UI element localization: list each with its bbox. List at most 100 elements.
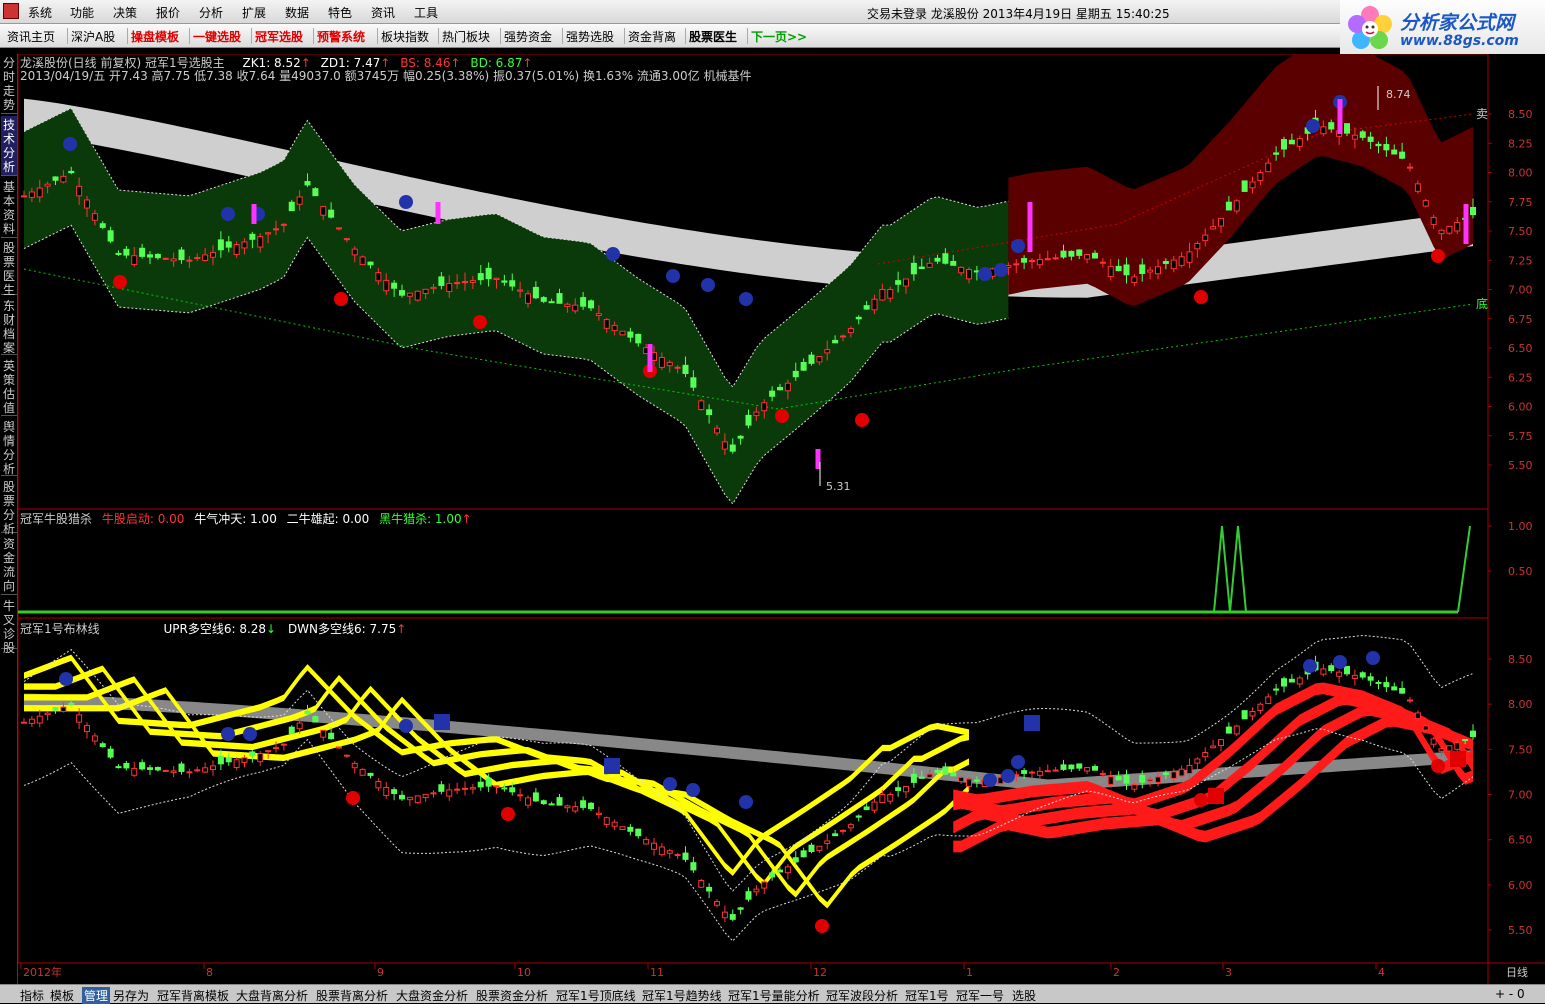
candle-body xyxy=(777,386,783,391)
bottom-tab-4[interactable]: 冠军背离模板 xyxy=(157,987,229,1004)
bottom-tab-6[interactable]: 股票背离分析 xyxy=(316,987,388,1004)
candle-body xyxy=(1351,134,1358,140)
candle-body xyxy=(391,282,398,289)
bottom-tab-2[interactable]: 管理 xyxy=(82,987,111,1004)
sidebar-tab-7[interactable]: 股票分析 xyxy=(1,478,17,536)
bottom-tab-11[interactable]: 冠军1号量能分析 xyxy=(728,987,820,1004)
candle-body xyxy=(186,259,193,262)
bottom-tab-7[interactable]: 大盘资金分析 xyxy=(396,987,468,1004)
sidebar-tab-8[interactable]: 资金流向 xyxy=(1,535,17,595)
menu-item-1[interactable]: 功能 xyxy=(70,4,94,21)
candle-body xyxy=(721,441,728,450)
candle-body xyxy=(666,850,673,854)
sidebar-tab-3[interactable]: 股票医生 xyxy=(1,239,17,297)
candle-body xyxy=(958,266,965,274)
toolbar-item-11[interactable]: 股票医生 xyxy=(689,28,737,45)
buy-marker-icon xyxy=(815,919,829,933)
candle-body xyxy=(808,354,815,364)
candle-body xyxy=(1194,758,1201,764)
toolbar-item-9[interactable]: 强势选股 xyxy=(566,28,614,45)
sidebar-tab-0[interactable]: 分时走势 xyxy=(1,54,17,114)
bottom-tab-13[interactable]: 冠军1号 xyxy=(905,987,949,1004)
candle-body xyxy=(383,786,390,796)
up-arrow-icon: ↑ xyxy=(396,622,407,636)
sidebar-tab-1[interactable]: 技术分析 xyxy=(1,116,17,176)
bottom-tab-15[interactable]: 选股 xyxy=(1012,987,1036,1004)
sidebar-tab-9[interactable]: 牛叉诊股 xyxy=(1,597,17,655)
menu-item-3[interactable]: 报价 xyxy=(156,4,180,21)
candle-body xyxy=(462,281,468,284)
toolbar-item-12[interactable]: 下一页>> xyxy=(751,28,807,45)
candle-body xyxy=(44,712,51,716)
candle-body xyxy=(391,789,398,795)
candle-body xyxy=(1296,677,1303,685)
menu-item-6[interactable]: 数据 xyxy=(285,4,309,21)
menu-item-9[interactable]: 工具 xyxy=(414,4,438,21)
menu-item-8[interactable]: 资讯 xyxy=(371,4,395,21)
menu-item-0[interactable]: 系统 xyxy=(28,4,52,21)
candle-body xyxy=(690,862,697,871)
sidebar-tab-5[interactable]: 英策估值 xyxy=(1,357,17,416)
sell-marker-icon xyxy=(1306,119,1320,133)
candle-body xyxy=(824,840,831,844)
toolbar-item-2[interactable]: 操盘模板 xyxy=(131,28,179,45)
candle-body xyxy=(1155,266,1161,275)
mid-axis-label: 1.00 xyxy=(1508,520,1533,533)
toolbar-item-4[interactable]: 冠军选股 xyxy=(255,28,303,45)
candle-body xyxy=(1225,726,1232,734)
candle-body xyxy=(131,767,138,776)
toolbar-separator xyxy=(500,28,501,44)
bottom-tab-1[interactable]: 模板 xyxy=(50,987,74,1004)
toolbar-item-5[interactable]: 预警系统 xyxy=(317,28,365,45)
sidebar-tab-2[interactable]: 基本资料 xyxy=(1,178,17,238)
sidebar-tab-4[interactable]: 东财档案 xyxy=(1,297,17,355)
toolbar-item-10[interactable]: 资金背离 xyxy=(628,28,676,45)
bottom-tab-10[interactable]: 冠军1号趋势线 xyxy=(642,987,722,1004)
candle-body xyxy=(1178,256,1185,266)
pager-controls[interactable]: + - 0 xyxy=(1495,987,1525,1001)
toolbar-item-6[interactable]: 板块指数 xyxy=(381,28,429,45)
candle-body xyxy=(926,773,933,778)
bottom-tab-5[interactable]: 大盘背离分析 xyxy=(236,987,308,1004)
candle-body xyxy=(359,256,366,266)
menu-item-5[interactable]: 扩展 xyxy=(242,4,266,21)
candle-body xyxy=(328,732,335,740)
candle-body xyxy=(1446,225,1453,234)
bottom-tab-0[interactable]: 指标 xyxy=(20,987,44,1004)
menu-item-7[interactable]: 特色 xyxy=(328,4,352,21)
candle-body xyxy=(595,812,602,816)
candle-body xyxy=(399,290,405,296)
menu-item-2[interactable]: 决策 xyxy=(113,4,137,21)
candle-body xyxy=(430,792,437,795)
bottom-tab-9[interactable]: 冠军1号顶底线 xyxy=(556,987,636,1004)
candle-body xyxy=(1430,216,1437,225)
sidebar-tab-6[interactable]: 舆情分析 xyxy=(1,418,17,476)
toolbar: 资讯主页 深沪A股 操盘模板 一键选股 冠军选股 预警系统 板块指数 热门板块 强势资金 强势选股… xyxy=(0,24,1340,48)
bottom-tab-3[interactable]: 另存为 xyxy=(113,987,149,1004)
candle-body xyxy=(540,297,547,302)
bottom-tab-12[interactable]: 冠军波段分析 xyxy=(826,987,898,1004)
toolbar-item-1[interactable]: 深沪A股 xyxy=(71,28,115,45)
candle-body xyxy=(1021,258,1028,263)
candle-body xyxy=(784,866,791,874)
toolbar-item-8[interactable]: 强势资金 xyxy=(504,28,552,45)
menu-bar: 系统 功能 决策 报价 分析 扩展 数据 特色 资讯 工具 交易未登录 龙溪股份 2013年4月1… xyxy=(0,0,1545,24)
main-axis-label: 6.50 xyxy=(1508,342,1533,355)
bottom-tab-8[interactable]: 股票资金分析 xyxy=(476,987,548,1004)
toolbar-item-0[interactable]: 资讯主页 xyxy=(7,28,55,45)
candle-body xyxy=(824,349,831,354)
menu-item-4[interactable]: 分析 xyxy=(199,4,223,21)
candle-body xyxy=(1036,770,1043,776)
toolbar-item-7[interactable]: 热门板块 xyxy=(442,28,490,45)
candle-body xyxy=(966,268,972,280)
candle-body xyxy=(1115,776,1122,781)
bottom-tab-14[interactable]: 冠军一号 xyxy=(956,987,1004,1004)
candle-body xyxy=(800,361,807,371)
magenta-bar xyxy=(1463,204,1469,244)
candle-body xyxy=(280,223,287,226)
candle-body xyxy=(312,716,319,723)
toolbar-item-3[interactable]: 一键选股 xyxy=(193,28,241,45)
candle-body xyxy=(1076,249,1083,256)
candle-body xyxy=(950,772,957,777)
lower-axis-label: 6.00 xyxy=(1508,879,1533,892)
